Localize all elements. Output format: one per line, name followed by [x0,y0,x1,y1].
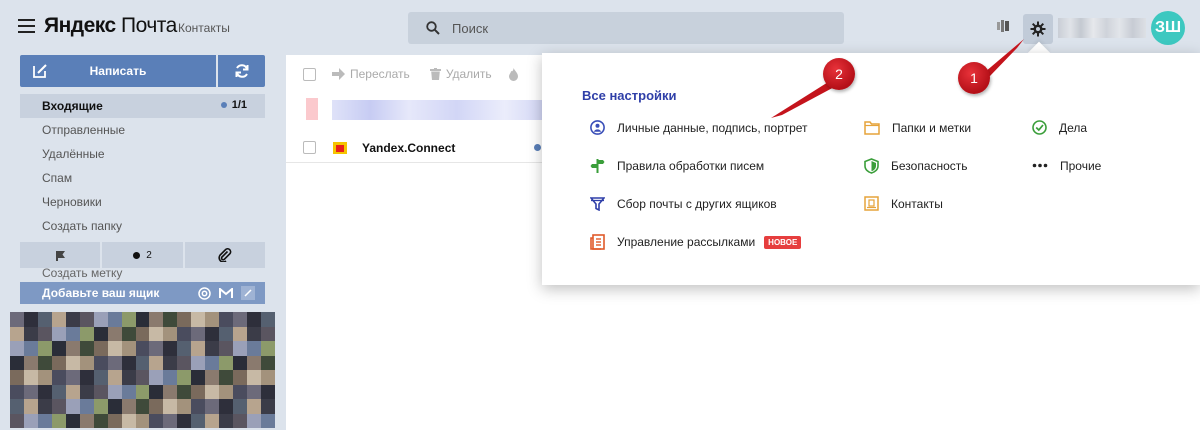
gmail-icon[interactable] [219,287,233,299]
avatar[interactable]: ЗШ [1151,11,1185,45]
folder-spam[interactable]: Спам [20,166,265,190]
layout-toggle-icon[interactable] [995,18,1011,34]
settings-item-label: Управление рассылками [617,235,756,249]
delete-label: Удалить [445,67,492,81]
contacts-icon [864,196,879,211]
filter-unread-count: 2 [146,249,152,261]
settings-dropdown: Все настройки Личные данные, подпись, по… [542,53,1200,285]
forward-button[interactable]: Переслать [332,67,410,81]
search-icon [426,21,440,35]
settings-item-label: Правила обработки писем [617,158,765,173]
search-input[interactable] [452,20,832,36]
newsletter-icon [590,234,605,250]
edit-icon[interactable] [241,286,255,300]
flag-icon [55,250,65,261]
settings-item-todo[interactable]: Дела [1032,120,1087,135]
username-redacted[interactable] [1058,18,1146,38]
add-mailbox-label: Добавьте ваш ящик [42,286,160,300]
redacted-flag [306,98,318,120]
new-badge: НОВОЕ [764,235,802,249]
folder-sent[interactable]: Отправленные [20,118,265,142]
settings-item-label: Безопасность [891,159,968,173]
folder-label: Черновики [42,195,102,209]
settings-item-security[interactable]: Безопасность [864,158,968,174]
spam-button[interactable] [508,67,519,81]
folder-deleted[interactable]: Удалённые [20,142,265,166]
unread-dot-icon [220,102,227,108]
settings-item-newsletters[interactable]: Управление рассылками НОВОЕ [590,234,802,250]
paperclip-icon [218,248,232,262]
menu-icon[interactable] [18,19,35,33]
sender-logo-icon [333,141,347,154]
folder-inbox[interactable]: Входящие 1/1 [20,94,265,118]
person-circle-icon [590,120,605,135]
signpost-icon [590,159,605,173]
search-bar[interactable] [408,12,844,44]
flame-icon [508,67,518,81]
contacts-link[interactable]: Контакты [178,21,230,35]
select-all-checkbox[interactable] [303,67,316,81]
forward-icon [332,68,345,80]
settings-item-folders[interactable]: Папки и метки [864,120,971,135]
unread-dot-icon [133,251,141,259]
settings-item-label: Прочие [1060,158,1102,173]
settings-item-personal[interactable]: Личные данные, подпись, портрет [590,120,808,135]
logo-brand: Яндекс [44,14,116,37]
settings-item-label: Папки и метки [892,120,972,135]
folder-label: Отправленные [42,123,126,137]
message-sender: Yandex.Connect [362,140,456,155]
refresh-icon [235,64,248,78]
all-settings-link[interactable]: Все настройки [582,88,677,103]
filter-unread[interactable]: 2 [102,242,183,268]
dots-icon [1032,163,1048,168]
trash-icon [429,68,441,80]
compose-label: Написать [89,64,147,78]
folder-drafts[interactable]: Черновики [20,190,265,214]
gear-icon [1030,21,1046,37]
add-mailbox-bar[interactable]: Добавьте ваш ящик [20,282,265,304]
settings-item-label: Сбор почты с других ящиков [617,196,777,211]
folder-label: Входящие [42,99,103,113]
logo-product: Почта [121,14,177,37]
folder-label: Удалённые [42,147,105,161]
create-folder-link[interactable]: Создать папку [20,214,265,238]
compose-icon [33,64,47,78]
settings-item-label: Дела [1059,120,1088,135]
settings-item-other[interactable]: Прочие [1032,158,1101,173]
unread-count: 1/1 [220,99,247,111]
filter-attachments[interactable] [184,242,265,268]
shield-icon [864,158,879,174]
filter-flagged[interactable] [20,242,101,268]
folder-label: Спам [42,171,73,185]
settings-item-rules[interactable]: Правила обработки писем [590,158,764,173]
compose-button[interactable]: Написать [20,55,216,87]
theme-image-pixelated [10,312,275,428]
forward-label: Переслать [350,67,410,81]
check-circle-icon [1032,120,1047,135]
delete-button[interactable]: Удалить [429,67,492,81]
create-label-link[interactable]: Создать метку [42,266,122,280]
settings-item-label: Личные данные, подпись, портрет [617,120,808,135]
settings-item-collect[interactable]: Сбор почты с других ящиков [590,196,777,211]
header-bar: Яндекс Почта Контакты ЗШ [0,0,1200,55]
unread-dot-icon[interactable] [534,144,542,151]
folder-list: Входящие 1/1 Отправленные Удалённые Спам… [20,94,265,238]
settings-item-label: Контакты [891,196,943,211]
settings-button[interactable] [1023,14,1053,44]
refresh-button[interactable] [218,55,265,87]
message-checkbox[interactable] [303,141,316,154]
settings-item-contacts[interactable]: Контакты [864,196,943,211]
unread-count-text: 1/1 [231,99,247,111]
folder-icon [864,121,880,135]
folder-label: Создать папку [42,219,122,233]
logo[interactable]: Яндекс Почта [44,14,177,38]
at-sign-icon[interactable] [198,286,211,300]
funnel-icon [590,197,605,211]
quick-filters: 2 [20,242,265,268]
